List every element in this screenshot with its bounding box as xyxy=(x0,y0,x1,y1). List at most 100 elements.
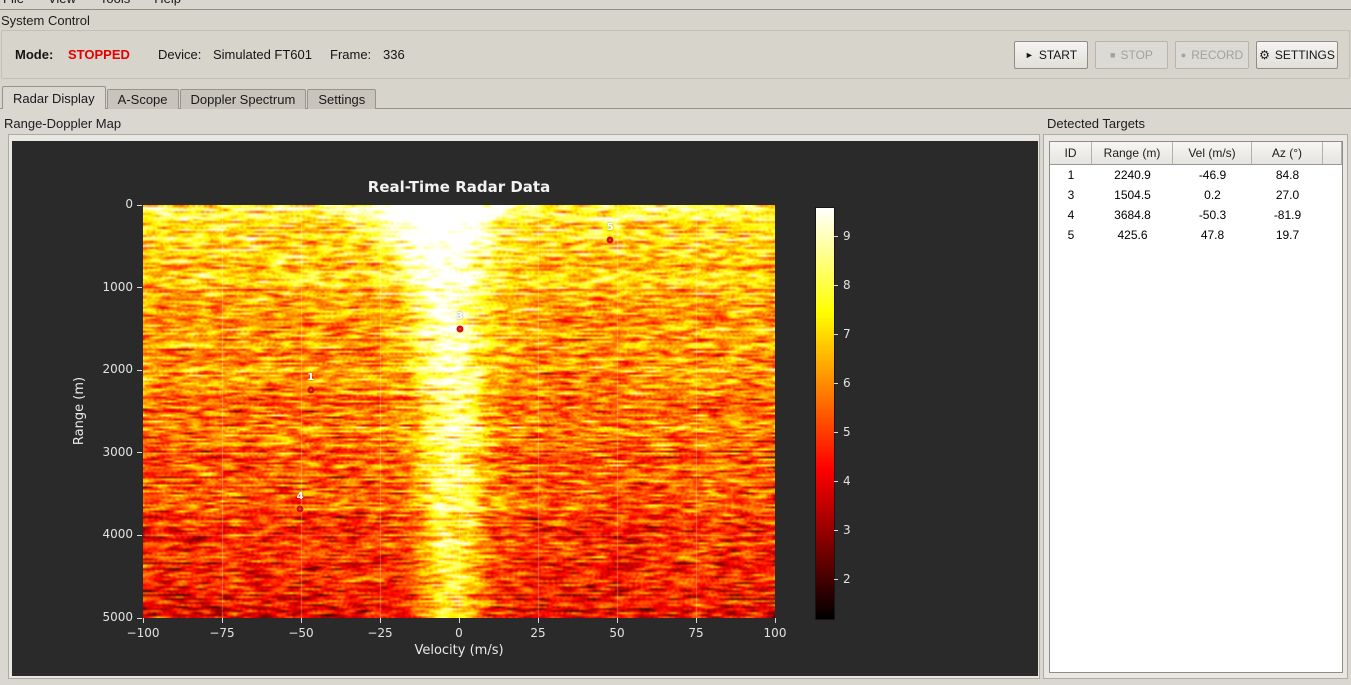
target-marker-label: 1 xyxy=(307,372,315,384)
menu-item-view[interactable]: View xyxy=(48,0,76,8)
colorbar-tick-mark xyxy=(834,530,838,532)
table-cell: 84.8 xyxy=(1275,168,1300,182)
y-tick-mark xyxy=(137,204,142,206)
settings-button[interactable]: ⚙ SETTINGS xyxy=(1256,41,1338,69)
target-marker xyxy=(456,325,464,333)
menu-item-file[interactable]: File xyxy=(3,0,24,8)
tab-settings[interactable]: Settings xyxy=(307,89,377,109)
y-tick-mark xyxy=(137,617,142,619)
button-label: RECORD xyxy=(1191,48,1244,62)
menu-item-tools[interactable]: Tools xyxy=(100,0,130,8)
x-tick-mark xyxy=(695,618,697,623)
menu-item-help[interactable]: Help xyxy=(154,0,181,8)
menubar-separator xyxy=(0,9,1351,10)
table-row[interactable]: 5 425.6 47.8 19.7 xyxy=(1050,225,1342,245)
table-header-filler xyxy=(1323,142,1342,165)
table-header-cell[interactable]: ID xyxy=(1050,142,1092,165)
mode-label: Mode: xyxy=(15,47,54,62)
table-cell: 47.8 xyxy=(1200,228,1225,242)
table-cell: 1 xyxy=(1067,168,1075,182)
target-marker-label: 4 xyxy=(296,491,304,503)
x-tick-mark xyxy=(774,618,776,623)
y-tick-mark xyxy=(137,534,142,536)
targets-table: ID Range (m) Vel (m/s) Az (°) 1 2240.9 -46.9 8… xyxy=(1049,141,1343,673)
stop-button[interactable]: ■ STOP xyxy=(1095,41,1168,69)
tab-doppler-spectrum[interactable]: Doppler Spectrum xyxy=(179,89,307,109)
table-row[interactable]: 1 2240.9 -46.9 84.8 xyxy=(1050,165,1342,185)
target-marker xyxy=(296,505,304,513)
table-cell: -81.9 xyxy=(1273,208,1302,222)
y-tick-label: 2000 xyxy=(102,362,133,377)
range-doppler-group-label: Range-Doppler Map xyxy=(4,116,122,131)
colorbar xyxy=(815,207,835,620)
x-tick-label: 100 xyxy=(763,626,787,640)
colorbar-tick-label: 3 xyxy=(843,522,851,537)
y-tick-label: 1000 xyxy=(102,279,133,294)
colorbar-tick-mark xyxy=(834,285,838,287)
x-tick-label: −100 xyxy=(126,626,160,640)
device-value: Simulated FT601 xyxy=(213,47,312,62)
range-doppler-heatmap xyxy=(143,205,775,618)
device-label: Device: xyxy=(158,47,202,62)
colorbar-tick-mark xyxy=(834,383,838,385)
table-cell: 1504.5 xyxy=(1114,188,1151,202)
x-tick-label: −25 xyxy=(367,626,393,640)
mode-value: STOPPED xyxy=(68,47,130,62)
table-header-cell[interactable]: Vel (m/s) xyxy=(1173,142,1252,165)
targets-table-body: 1 2240.9 -46.9 84.8 3 1504.5 0.2 27.0 4 3684.8 -50… xyxy=(1050,165,1342,245)
x-tick-mark xyxy=(142,618,144,623)
x-tick-mark xyxy=(300,618,302,623)
range-doppler-groupbox: Real-Time Radar Data Velocity (m/s) Rang… xyxy=(8,134,1040,679)
table-row[interactable]: 3 1504.5 0.2 27.0 xyxy=(1050,185,1342,205)
table-header-cell[interactable]: Range (m) xyxy=(1092,142,1173,165)
play-icon: ► xyxy=(1024,50,1034,60)
target-marker xyxy=(307,386,315,394)
colorbar-tick-label: 9 xyxy=(843,228,851,243)
table-cell: 4 xyxy=(1067,208,1075,222)
button-label: SETTINGS xyxy=(1274,48,1335,62)
start-button[interactable]: ► START xyxy=(1014,41,1088,69)
table-cell: 5 xyxy=(1067,228,1075,242)
record-button[interactable]: ● RECORD xyxy=(1175,41,1249,69)
x-tick-label: 50 xyxy=(609,626,625,640)
target-marker-label: 5 xyxy=(606,222,614,234)
button-label: START xyxy=(1038,48,1078,62)
table-cell: -50.3 xyxy=(1198,208,1227,222)
table-cell: 2240.9 xyxy=(1114,168,1151,182)
y-tick-label: 5000 xyxy=(102,610,133,624)
tab-radar-display[interactable]: Radar Display xyxy=(2,86,106,109)
colorbar-tick-label: 7 xyxy=(843,326,851,341)
x-axis-label: Velocity (m/s) xyxy=(414,643,504,658)
gear-icon: ⚙ xyxy=(1259,48,1270,62)
colorbar-tick-label: 5 xyxy=(843,424,851,439)
colorbar-tick-mark xyxy=(834,334,838,336)
y-axis-label: Range (m) xyxy=(72,376,87,446)
target-marker xyxy=(606,236,614,244)
colorbar-tick-label: 6 xyxy=(843,375,851,390)
chart-title: Real-Time Radar Data xyxy=(367,178,551,196)
table-cell: 425.6 xyxy=(1117,228,1148,242)
targets-table-header: ID Range (m) Vel (m/s) Az (°) xyxy=(1050,142,1342,165)
colorbar-tick-mark xyxy=(834,432,838,434)
y-tick-mark xyxy=(137,452,142,454)
table-header-cell[interactable]: Az (°) xyxy=(1252,142,1323,165)
frame-label: Frame: xyxy=(330,47,372,62)
colorbar-tick-mark xyxy=(834,481,838,483)
table-row[interactable]: 4 3684.8 -50.3 -81.9 xyxy=(1050,205,1342,225)
x-tick-label: 75 xyxy=(688,626,704,640)
radar-application-window: File View Tools Help System Control Mode: S… xyxy=(0,0,1351,685)
colorbar-tick-label: 4 xyxy=(843,473,851,488)
tab-a-scope[interactable]: A-Scope xyxy=(106,89,179,109)
system-control-group-label: System Control xyxy=(1,13,90,28)
x-tick-mark xyxy=(458,618,460,623)
table-cell: 3684.8 xyxy=(1114,208,1151,222)
colorbar-tick-label: 8 xyxy=(843,277,851,292)
x-tick-label: −50 xyxy=(288,626,314,640)
x-tick-label: −75 xyxy=(209,626,235,640)
radar-display-panel: Real-Time Radar Data Velocity (m/s) Rang… xyxy=(12,141,1038,676)
y-tick-mark xyxy=(137,287,142,289)
button-label: STOP xyxy=(1120,48,1153,62)
y-tick-label: 3000 xyxy=(102,444,133,459)
stop-icon: ■ xyxy=(1110,50,1116,60)
x-tick-label: 25 xyxy=(530,626,546,640)
